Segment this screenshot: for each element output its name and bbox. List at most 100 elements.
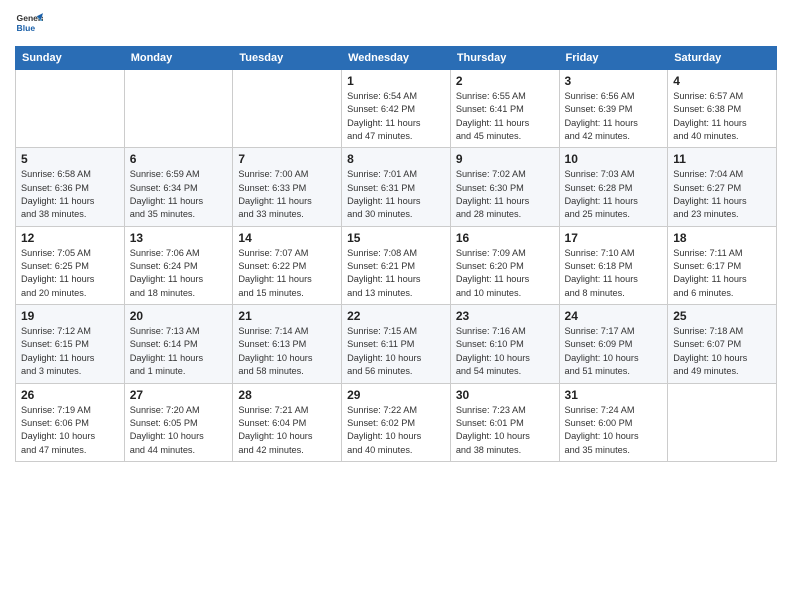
calendar-day-cell (124, 70, 233, 148)
calendar-header-row: SundayMondayTuesdayWednesdayThursdayFrid… (16, 47, 777, 70)
day-number: 14 (238, 231, 336, 245)
calendar-day-cell: 1 Sunrise: 6:54 AM Sunset: 6:42 PM Daylig… (342, 70, 451, 148)
calendar-day-cell (233, 70, 342, 148)
day-info: Sunrise: 6:55 AM Sunset: 6:41 PM Dayligh… (456, 90, 554, 143)
day-number: 23 (456, 309, 554, 323)
calendar-day-header: Monday (124, 47, 233, 70)
day-info: Sunrise: 7:00 AM Sunset: 6:33 PM Dayligh… (238, 168, 336, 221)
calendar-day-header: Sunday (16, 47, 125, 70)
day-info: Sunrise: 6:57 AM Sunset: 6:38 PM Dayligh… (673, 90, 771, 143)
day-number: 7 (238, 152, 336, 166)
calendar-week-row: 19Sunrise: 7:12 AM Sunset: 6:15 PM Dayli… (16, 305, 777, 383)
day-info: Sunrise: 7:20 AM Sunset: 6:05 PM Dayligh… (130, 404, 228, 457)
day-info: Sunrise: 7:22 AM Sunset: 6:02 PM Dayligh… (347, 404, 445, 457)
day-info: Sunrise: 7:08 AM Sunset: 6:21 PM Dayligh… (347, 247, 445, 300)
calendar-day-cell: 14 Sunrise: 7:07 AM Sunset: 6:22 PM Dayli… (233, 226, 342, 304)
day-info: Sunrise: 7:12 AM Sunset: 6:15 PM Dayligh… (21, 325, 119, 378)
day-number: 1 (347, 74, 445, 88)
calendar-day-cell: 19Sunrise: 7:12 AM Sunset: 6:15 PM Dayli… (16, 305, 125, 383)
day-info: Sunrise: 7:01 AM Sunset: 6:31 PM Dayligh… (347, 168, 445, 221)
calendar-day-cell: 27Sunrise: 7:20 AM Sunset: 6:05 PM Dayli… (124, 383, 233, 461)
calendar-day-cell: 22 Sunrise: 7:15 AM Sunset: 6:11 PM Dayli… (342, 305, 451, 383)
day-info: Sunrise: 7:09 AM Sunset: 6:20 PM Dayligh… (456, 247, 554, 300)
calendar-week-row: 12 Sunrise: 7:05 AM Sunset: 6:25 PM Dayli… (16, 226, 777, 304)
calendar-day-cell: 5 Sunrise: 6:58 AM Sunset: 6:36 PM Daylig… (16, 148, 125, 226)
day-number: 9 (456, 152, 554, 166)
calendar-day-cell: 9 Sunrise: 7:02 AM Sunset: 6:30 PM Daylig… (450, 148, 559, 226)
calendar-day-header: Wednesday (342, 47, 451, 70)
day-info: Sunrise: 7:11 AM Sunset: 6:17 PM Dayligh… (673, 247, 771, 300)
day-info: Sunrise: 6:58 AM Sunset: 6:36 PM Dayligh… (21, 168, 119, 221)
logo: General Blue (15, 10, 43, 38)
calendar-day-cell: 11 Sunrise: 7:04 AM Sunset: 6:27 PM Dayli… (668, 148, 777, 226)
calendar-day-cell: 18 Sunrise: 7:11 AM Sunset: 6:17 PM Dayli… (668, 226, 777, 304)
day-number: 12 (21, 231, 119, 245)
calendar-day-cell: 21Sunrise: 7:14 AM Sunset: 6:13 PM Dayli… (233, 305, 342, 383)
calendar-table: SundayMondayTuesdayWednesdayThursdayFrid… (15, 46, 777, 462)
day-info: Sunrise: 6:56 AM Sunset: 6:39 PM Dayligh… (565, 90, 663, 143)
day-number: 30 (456, 388, 554, 402)
calendar-day-cell: 6Sunrise: 6:59 AM Sunset: 6:34 PM Daylig… (124, 148, 233, 226)
day-number: 2 (456, 74, 554, 88)
day-number: 24 (565, 309, 663, 323)
calendar-day-cell: 20Sunrise: 7:13 AM Sunset: 6:14 PM Dayli… (124, 305, 233, 383)
calendar-day-header: Tuesday (233, 47, 342, 70)
calendar-day-header: Saturday (668, 47, 777, 70)
day-info: Sunrise: 7:23 AM Sunset: 6:01 PM Dayligh… (456, 404, 554, 457)
calendar-day-cell: 3Sunrise: 6:56 AM Sunset: 6:39 PM Daylig… (559, 70, 668, 148)
day-number: 16 (456, 231, 554, 245)
day-number: 8 (347, 152, 445, 166)
day-info: Sunrise: 7:19 AM Sunset: 6:06 PM Dayligh… (21, 404, 119, 457)
svg-text:Blue: Blue (17, 23, 36, 33)
day-info: Sunrise: 6:54 AM Sunset: 6:42 PM Dayligh… (347, 90, 445, 143)
calendar-day-header: Thursday (450, 47, 559, 70)
calendar-day-cell: 24 Sunrise: 7:17 AM Sunset: 6:09 PM Dayli… (559, 305, 668, 383)
calendar-day-cell (16, 70, 125, 148)
calendar-day-cell: 28 Sunrise: 7:21 AM Sunset: 6:04 PM Dayli… (233, 383, 342, 461)
calendar-week-row: 1 Sunrise: 6:54 AM Sunset: 6:42 PM Daylig… (16, 70, 777, 148)
day-info: Sunrise: 7:17 AM Sunset: 6:09 PM Dayligh… (565, 325, 663, 378)
day-info: Sunrise: 7:07 AM Sunset: 6:22 PM Dayligh… (238, 247, 336, 300)
calendar-day-cell: 7 Sunrise: 7:00 AM Sunset: 6:33 PM Daylig… (233, 148, 342, 226)
calendar-day-cell: 31Sunrise: 7:24 AM Sunset: 6:00 PM Dayli… (559, 383, 668, 461)
calendar-day-cell: 8 Sunrise: 7:01 AM Sunset: 6:31 PM Daylig… (342, 148, 451, 226)
calendar-day-cell: 15 Sunrise: 7:08 AM Sunset: 6:21 PM Dayli… (342, 226, 451, 304)
day-number: 15 (347, 231, 445, 245)
calendar-week-row: 26Sunrise: 7:19 AM Sunset: 6:06 PM Dayli… (16, 383, 777, 461)
day-number: 4 (673, 74, 771, 88)
calendar-day-cell: 16 Sunrise: 7:09 AM Sunset: 6:20 PM Dayli… (450, 226, 559, 304)
day-number: 17 (565, 231, 663, 245)
calendar-day-cell: 17 Sunrise: 7:10 AM Sunset: 6:18 PM Dayli… (559, 226, 668, 304)
day-info: Sunrise: 7:05 AM Sunset: 6:25 PM Dayligh… (21, 247, 119, 300)
day-number: 5 (21, 152, 119, 166)
calendar-day-header: Friday (559, 47, 668, 70)
day-info: Sunrise: 7:15 AM Sunset: 6:11 PM Dayligh… (347, 325, 445, 378)
calendar-day-cell: 12 Sunrise: 7:05 AM Sunset: 6:25 PM Dayli… (16, 226, 125, 304)
day-number: 28 (238, 388, 336, 402)
calendar-day-cell: 2 Sunrise: 6:55 AM Sunset: 6:41 PM Daylig… (450, 70, 559, 148)
day-number: 18 (673, 231, 771, 245)
calendar-day-cell: 25 Sunrise: 7:18 AM Sunset: 6:07 PM Dayli… (668, 305, 777, 383)
day-info: Sunrise: 7:02 AM Sunset: 6:30 PM Dayligh… (456, 168, 554, 221)
day-number: 11 (673, 152, 771, 166)
day-number: 10 (565, 152, 663, 166)
logo-icon: General Blue (15, 10, 43, 38)
day-info: Sunrise: 6:59 AM Sunset: 6:34 PM Dayligh… (130, 168, 228, 221)
day-info: Sunrise: 7:10 AM Sunset: 6:18 PM Dayligh… (565, 247, 663, 300)
day-info: Sunrise: 7:21 AM Sunset: 6:04 PM Dayligh… (238, 404, 336, 457)
day-number: 22 (347, 309, 445, 323)
day-number: 25 (673, 309, 771, 323)
calendar-day-cell: 26Sunrise: 7:19 AM Sunset: 6:06 PM Dayli… (16, 383, 125, 461)
calendar-day-cell: 23 Sunrise: 7:16 AM Sunset: 6:10 PM Dayli… (450, 305, 559, 383)
page: General Blue SundayMondayTuesdayWednesda… (0, 0, 792, 612)
day-info: Sunrise: 7:13 AM Sunset: 6:14 PM Dayligh… (130, 325, 228, 378)
calendar-day-cell: 29Sunrise: 7:22 AM Sunset: 6:02 PM Dayli… (342, 383, 451, 461)
header: General Blue (15, 10, 777, 38)
day-info: Sunrise: 7:16 AM Sunset: 6:10 PM Dayligh… (456, 325, 554, 378)
calendar-day-cell: 13Sunrise: 7:06 AM Sunset: 6:24 PM Dayli… (124, 226, 233, 304)
calendar-day-cell (668, 383, 777, 461)
day-info: Sunrise: 7:18 AM Sunset: 6:07 PM Dayligh… (673, 325, 771, 378)
calendar-day-cell: 10Sunrise: 7:03 AM Sunset: 6:28 PM Dayli… (559, 148, 668, 226)
day-number: 13 (130, 231, 228, 245)
day-info: Sunrise: 7:04 AM Sunset: 6:27 PM Dayligh… (673, 168, 771, 221)
